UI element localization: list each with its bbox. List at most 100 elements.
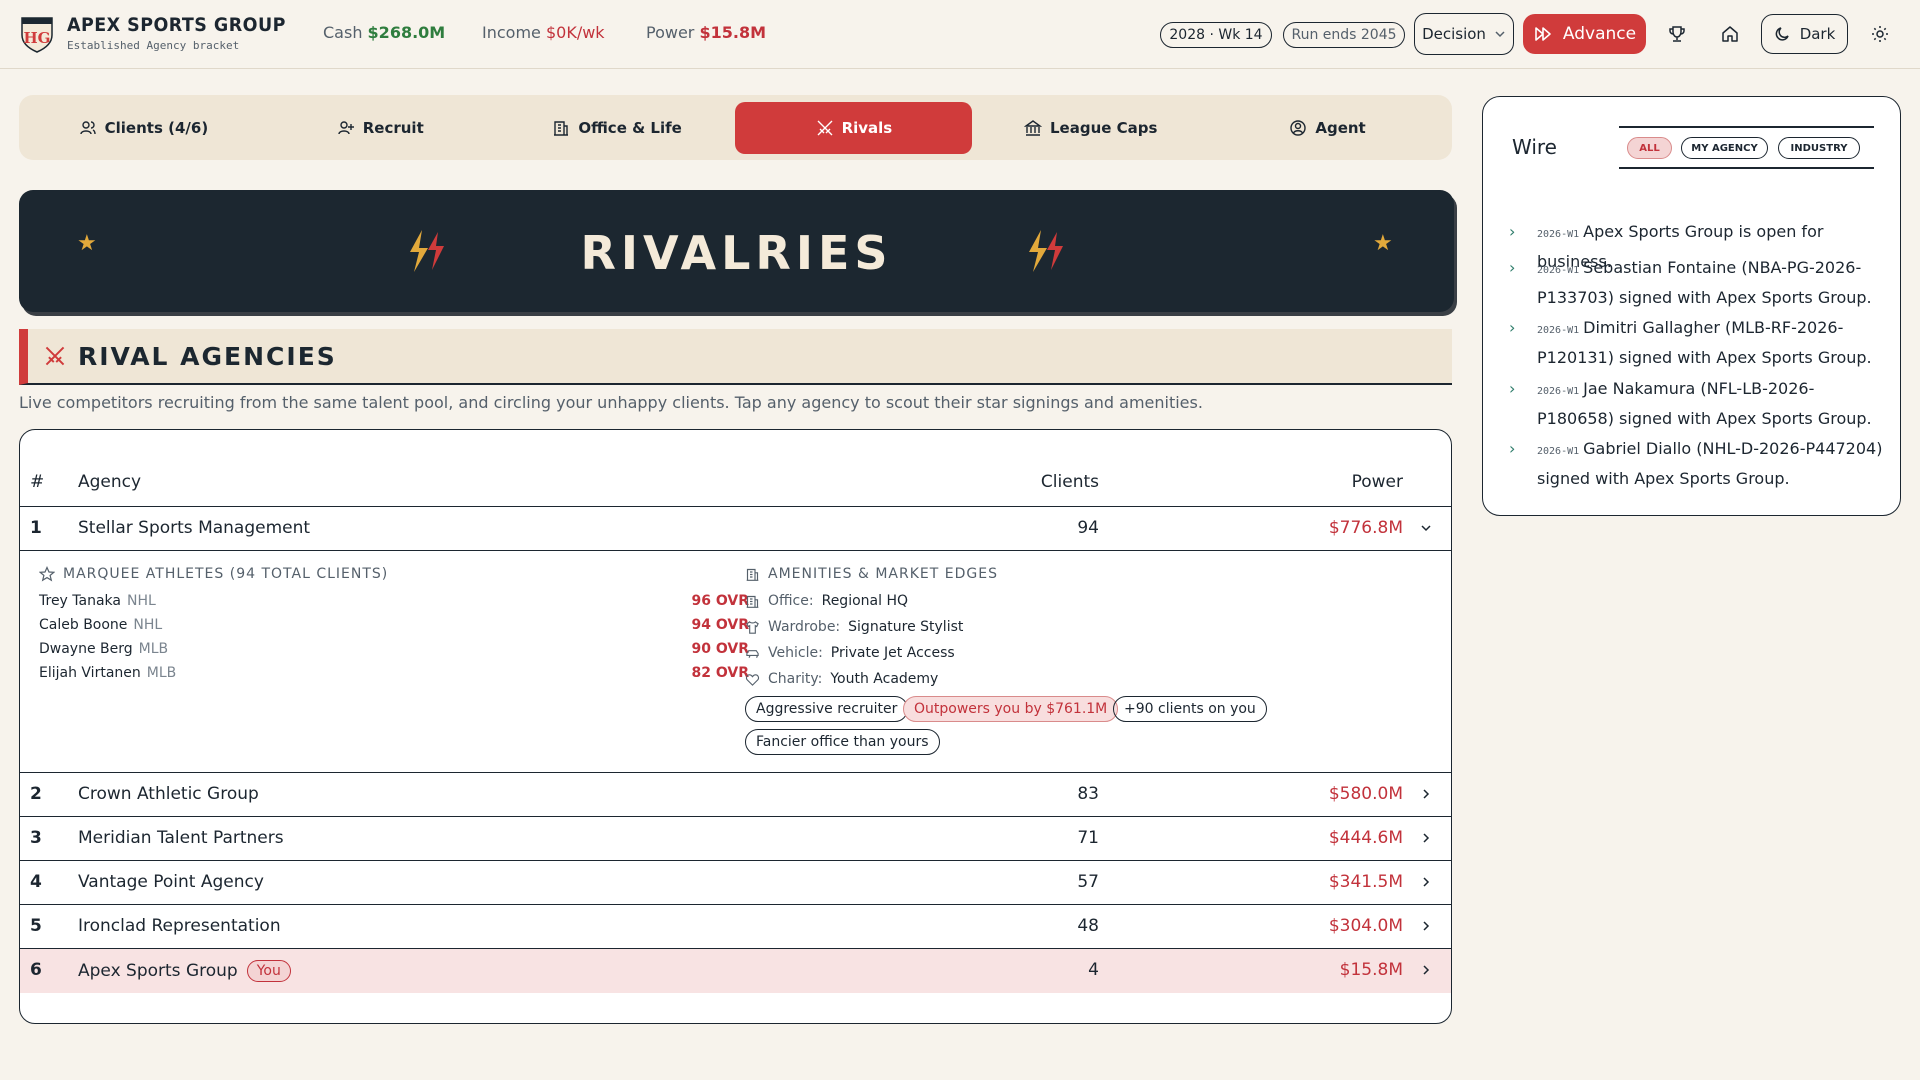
row-rank: 4 [30,872,42,892]
top-bar: HG APEX SPORTS GROUP Established Agency … [0,0,1920,69]
table-row[interactable]: 5 Ironclad Representation 48 $304.0M [20,905,1451,949]
tab-recruit[interactable]: Recruit [262,102,499,154]
row-rank: 3 [30,828,42,848]
swords-icon [817,120,833,135]
row-rank: 1 [30,518,42,538]
athlete-row: Elijah Virtanen MLB 82 OVR [39,665,749,681]
chevron-right-icon: › [1509,258,1516,277]
user-plus-icon [338,120,354,134]
wire-item[interactable]: › 2026-W1 Jae Nakamura (NFL-LB-2026-P1806… [1509,375,1889,432]
amenity-key: Office: [768,593,814,609]
trophy-button[interactable] [1665,22,1689,46]
tab-clients[interactable]: Clients (4/6) [25,102,262,154]
amenity-row: Office: Regional HQ [745,593,908,609]
row-agency: Vantage Point Agency [78,872,264,892]
tab-league-caps[interactable]: League Caps [972,102,1209,154]
trait-tag: +90 clients on you [1113,696,1267,722]
table-row[interactable]: 4 Vantage Point Agency 57 $341.5M [20,861,1451,905]
row-rank: 5 [30,916,42,936]
chevron-right-icon: › [1509,379,1516,398]
income-value: $0K/wk [545,23,605,42]
user-circle-icon [1290,119,1307,136]
tab-agent[interactable]: Agent [1209,102,1446,154]
wire-item[interactable]: › 2026-W1 Dimitri Gallagher (MLB-RF-2026-… [1509,314,1889,371]
row-rank: 6 [30,960,42,980]
heart-icon [745,673,760,686]
users-icon [79,120,96,134]
wire-text: Dimitri Gallagher (MLB-RF-2026-P120131) … [1537,318,1872,367]
tab-office-life[interactable]: Office & Life [499,102,736,154]
row-agency: Meridian Talent Partners [78,828,284,848]
power-stat: Power $15.8M [646,23,766,42]
table-row[interactable]: 1 Stellar Sports Management 94 $776.8M [20,507,1451,551]
row-power: $341.5M [1328,872,1403,892]
table-row[interactable]: 2 Crown Athletic Group 83 $580.0M [20,773,1451,817]
row-clients: 4 [1088,960,1099,980]
row-agency: Ironclad Representation [78,916,281,936]
cash-value: $268.0M [367,23,446,42]
trophy-icon [1669,26,1685,42]
section-header: RIVAL AGENCIES [19,329,1452,385]
settings-button[interactable] [1868,22,1892,46]
athlete-league: NHL [133,617,163,633]
wire-item[interactable]: › 2026-W1 Gabriel Diallo (NHL-D-2026-P447… [1509,435,1889,492]
athlete-name: Elijah Virtanen [39,665,141,681]
shirt-icon [746,620,759,634]
chevron-down-icon [1421,525,1431,532]
filter-all[interactable]: ALL [1627,137,1672,159]
amenity-key: Wardrobe: [768,619,841,635]
tab-rivals[interactable]: Rivals [735,101,973,154]
building-icon [746,568,759,581]
theme-toggle[interactable]: Dark [1761,14,1848,54]
athlete-name: Caleb Boone [39,617,128,633]
wire-filters: ALL MY AGENCY INDUSTRY [1619,126,1874,169]
filter-industry[interactable]: INDUSTRY [1778,137,1860,159]
landmark-icon [1023,119,1042,136]
amenity-key: Vehicle: [768,645,823,661]
brand-subtitle: Established Agency bracket [67,39,240,52]
chevron-down-icon [1495,31,1505,38]
decision-dropdown[interactable]: Decision [1414,13,1514,55]
wire-title: Wire [1512,135,1557,159]
amenities-heading: AMENITIES & MARKET EDGES [745,566,998,582]
advance-button[interactable]: Advance [1523,14,1646,54]
row-power: $15.8M [1339,960,1403,980]
tab-label: Office & Life [578,118,682,137]
athlete-row: Trey Tanaka NHL 96 OVR [39,593,749,609]
row-power: $776.8M [1328,518,1403,538]
row-agency: Stellar Sports Management [78,518,311,538]
home-button[interactable] [1718,22,1742,46]
section-description: Live competitors recruiting from the sam… [19,393,1203,412]
table-row-own-agency[interactable]: 6 Apex Sports Group You 4 $15.8M [20,949,1451,993]
amenity-row: Wardrobe: Signature Stylist [745,619,963,635]
wire-item[interactable]: › 2026-W1 Sebastian Fontaine (NBA-PG-2026… [1509,254,1889,311]
amenities-heading-text: AMENITIES & MARKET EDGES [768,566,998,582]
star-icon: ★ [1373,231,1393,256]
row-clients: 48 [1077,916,1099,936]
income-stat: Income $0K/wk [482,23,605,42]
tab-label: Agent [1315,118,1366,137]
chevron-right-icon [1423,833,1430,843]
row-clients: 94 [1077,518,1099,538]
wire-text: Jae Nakamura (NFL-LB-2026-P180658) signe… [1537,379,1872,428]
tab-label: Rivals [841,118,893,137]
main-tabs: Clients (4/6) Recruit Office & Life Riva… [19,95,1452,160]
filter-my-agency[interactable]: MY AGENCY [1681,137,1768,159]
athlete-league: NHL [127,593,156,609]
athlete-league: MLB [138,641,169,657]
row-agency: Apex Sports Group [78,961,238,981]
gear-icon [1872,26,1888,42]
athlete-name: Dwayne Berg [39,641,133,657]
marquee-athletes-heading: MARQUEE ATHLETES (94 TOTAL CLIENTS) [39,566,388,582]
brand-title: APEX SPORTS GROUP [67,14,286,36]
table-header: # Agency Clients Power [20,472,1451,507]
wire-week: 2026-W1 [1537,386,1580,397]
amenity-row: Charity: Youth Academy [745,671,938,687]
section-title: RIVAL AGENCIES [78,341,337,371]
agency-logo: HG [21,17,53,53]
table-row[interactable]: 3 Meridian Talent Partners 71 $444.6M [20,817,1451,861]
amenity-value: Signature Stylist [848,619,964,635]
moon-icon [1775,27,1789,41]
fast-forward-icon [1535,27,1551,41]
season-week-pill: 2028 · Wk 14 [1160,22,1272,48]
